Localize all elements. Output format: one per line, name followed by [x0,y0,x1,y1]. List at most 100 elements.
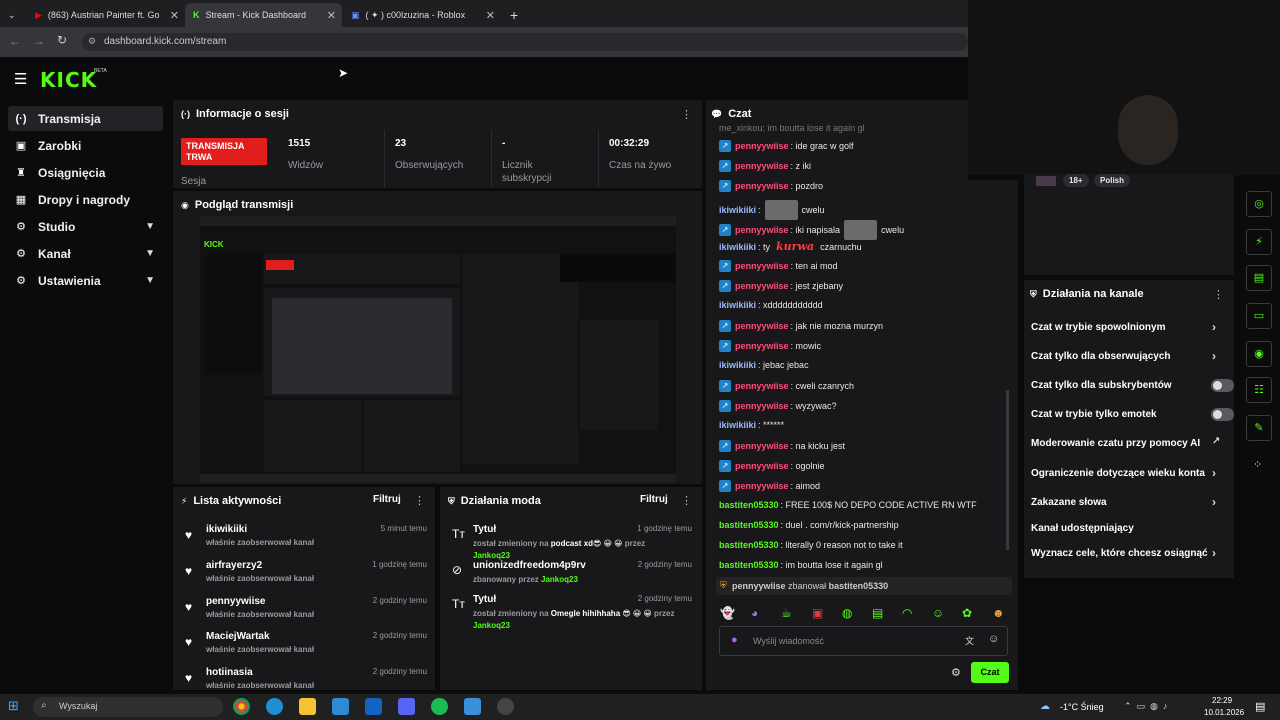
store-icon[interactable] [332,698,349,715]
emote-smile-icon[interactable]: ☺ [932,606,944,620]
more-options-icon[interactable]: ⋮ [414,494,425,507]
chat-username[interactable]: pennyywiise [735,401,789,411]
forward-icon[interactable]: → [33,34,45,48]
sidebar-item-studio[interactable]: ⚙ Studio ▼ [8,214,163,239]
goals-item[interactable]: Wyznacz cele, które chcesz osiągnąć › [1031,546,1231,560]
spotify-icon[interactable] [431,698,448,715]
clock-date[interactable]: 10.01.2026 [1204,708,1244,717]
system-tray-icons[interactable]: ⌃▭◍♪ [1124,701,1172,712]
emote-wifi-icon[interactable]: ◠ [902,606,912,620]
taskbar-search[interactable]: ⌕ Wyszukaj [33,697,223,717]
sidebar-item-osiagniecia[interactable]: ♜ Osiągnięcia [8,160,163,185]
emote-user-icon[interactable]: ◕ [751,606,758,620]
chat-scrollbar[interactable] [1006,390,1009,550]
chat-username[interactable]: ikiwikiiki [719,360,756,370]
lightning-icon[interactable]: ⚡ [1246,229,1272,255]
emote-cup-icon[interactable]: ☕ [781,606,792,620]
app-icon[interactable] [464,698,481,715]
close-icon[interactable]: ✕ [170,9,179,22]
kick-logo[interactable]: KICK [40,68,97,92]
document-icon[interactable]: ▤ [1246,265,1272,291]
microphone-icon[interactable]: ● [731,634,738,646]
chat-settings-icon[interactable]: ⚙ [951,666,961,679]
sidebar-item-transmisja[interactable]: (·) Transmisja [8,106,163,131]
windows-start-icon[interactable]: ⊞ [8,698,19,714]
emote-box-icon[interactable]: ▣ [812,606,823,620]
mod-filter-button[interactable]: Filtruj [640,494,668,505]
close-icon[interactable]: ✕ [486,9,495,22]
emote-ghost-icon[interactable]: 👻 [720,606,735,620]
emoji-icon[interactable]: ☺ [988,633,999,645]
file-explorer-icon[interactable] [299,698,316,715]
tab-list-button[interactable]: ⌄ [0,3,26,27]
tab-roblox[interactable]: ▣ ( ✦ ) c00lzuzina - Roblox ✕ [343,3,501,27]
edge-icon[interactable] [266,698,283,715]
followers-only-item[interactable]: Czat tylko dla obserwujących › [1031,349,1231,363]
chat-username[interactable]: bastiten05330 [719,540,779,550]
stream-preview-video[interactable]: KICK [200,216,676,482]
more-options-icon[interactable]: ⋮ [681,494,692,507]
clock-time[interactable]: 22:29 [1212,696,1232,705]
close-icon[interactable]: ✕ [327,9,336,22]
emote-face-icon[interactable]: ☻ [992,606,1005,620]
slow-mode-item[interactable]: Czat w trybie spowolnionym › [1031,320,1231,334]
url-field[interactable]: ⚙ dashboard.kick.com/stream [82,33,968,51]
tab-kick-dashboard[interactable]: K Stream - Kick Dashboard ✕ [185,3,342,27]
emote-only-toggle[interactable] [1211,408,1234,421]
sidebar-item-zarobki[interactable]: ▣ Zarobki [8,133,163,158]
subscribers-only-toggle[interactable] [1211,379,1234,392]
sidebar-item-dropy[interactable]: ▦ Dropy i nagrody [8,187,163,212]
more-options-icon[interactable]: ⋮ [1213,288,1224,301]
wrench-icon[interactable]: ✎ [1246,415,1272,441]
menu-icon[interactable]: ☰ [14,70,27,88]
chat-username[interactable]: ikiwikiiki [719,420,756,430]
chat-username[interactable]: pennyywiise [735,381,789,391]
chat-username[interactable]: pennyywiise [735,161,789,171]
chat-username[interactable]: pennyywiise [735,281,789,291]
activity-filter-button[interactable]: Filtruj [373,494,401,505]
chat-username[interactable]: pennyywiise [735,481,789,491]
site-info-icon[interactable]: ⚙ [88,36,96,47]
chat-username[interactable]: bastiten05330 [719,560,779,570]
chat-username[interactable]: pennyywiise [735,141,789,151]
chat-username[interactable]: pennyywiise [735,261,789,271]
weather-text[interactable]: -1°C Śnieg [1060,702,1104,712]
add-widget-icon[interactable]: ⁘ [1253,458,1262,471]
chat-username[interactable]: ikiwikiiki [719,300,756,310]
outlook-icon[interactable] [365,698,382,715]
chat-username[interactable]: pennyywiise [735,321,789,331]
tab-youtube[interactable]: ▶ (863) Austrian Painter ft. Go ✕ [27,3,185,27]
chat-username[interactable]: bastiten05330 [719,520,779,530]
chat-username[interactable]: ikiwikiiki [719,205,756,215]
sidebar-item-ustawienia[interactable]: ⚙ Ustawienia ▼ [8,268,163,293]
sharing-channel-item[interactable]: Kanał udostępniający [1031,523,1231,534]
chat-input[interactable]: ● Wyślij wiadomość 文 ☺ [719,626,1008,656]
chrome-icon[interactable] [233,698,250,715]
translate-icon[interactable]: 文 [965,634,974,647]
emote-leaf-icon[interactable]: ✿ [962,606,972,620]
users-icon[interactable]: ☷ [1246,377,1272,403]
new-tab-button[interactable]: + [502,3,522,27]
banned-words-item[interactable]: Zakazane słowa › [1031,495,1231,509]
chat-username[interactable]: pennyywiise [735,341,789,351]
account-age-item[interactable]: Ograniczenie dotyczące wieku konta › [1031,466,1231,480]
chat-send-button[interactable]: Czat [971,662,1009,683]
ai-moderation-item[interactable]: Moderowanie czatu przy pomocy AI ↗ [1031,436,1231,449]
chat-username[interactable]: pennyywiise [735,225,789,235]
more-options-icon[interactable]: ⋮ [681,108,692,121]
discord-icon[interactable] [398,698,415,715]
emote-chat-icon[interactable]: ▤ [872,606,883,620]
chat-username[interactable]: bastiten05330 [719,500,779,510]
chat-username[interactable]: pennyywiise [735,441,789,451]
chat-username[interactable]: ikiwikiiki [719,242,756,252]
back-icon[interactable]: ← [9,34,21,48]
chat-username[interactable]: pennyywiise [735,181,789,191]
sidebar-item-kanal[interactable]: ⚙ Kanał ▼ [8,241,163,266]
camera-focus-icon[interactable]: ◎ [1246,191,1272,217]
reload-icon[interactable]: ↻ [57,33,67,47]
emote-globe-icon[interactable]: ◍ [842,606,852,620]
broadcast-icon[interactable]: ◉ [1246,341,1272,367]
notification-icon[interactable]: ▤ [1255,700,1265,713]
chat-bubble-icon[interactable]: ▭ [1246,303,1272,329]
chat-username[interactable]: pennyywiise [735,461,789,471]
